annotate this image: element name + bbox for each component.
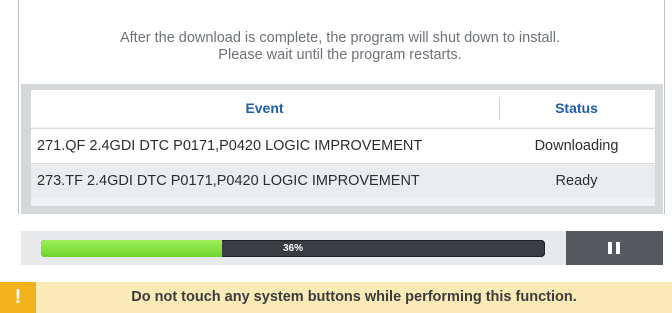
right-border bbox=[664, 0, 665, 214]
update-dialog: After the download is complete, the prog… bbox=[0, 0, 672, 313]
download-progress-bar: 36% bbox=[41, 240, 545, 257]
warning-banner: ! Do not touch any system buttons while … bbox=[0, 282, 672, 313]
event-cell: 271.QF 2.4GDI DTC P0171,P0420 LOGIC IMPR… bbox=[37, 138, 423, 154]
status-cell: Ready bbox=[555, 173, 598, 189]
table-row[interactable]: 273.TF 2.4GDI DTC P0171,P0420 LOGIC IMPR… bbox=[31, 163, 655, 198]
column-header-event: Event bbox=[245, 100, 284, 116]
event-table-panel: Event Status 271.QF 2.4GDI DTC P0171,P04… bbox=[21, 84, 663, 214]
pause-icon bbox=[608, 242, 620, 254]
left-border bbox=[18, 0, 19, 214]
progress-panel: 36% bbox=[21, 231, 663, 265]
status-cell: Downloading bbox=[534, 138, 619, 154]
column-header-status: Status bbox=[555, 100, 598, 116]
warning-icon: ! bbox=[0, 282, 36, 313]
info-message-line-2: Please wait until the program restarts. bbox=[218, 47, 462, 63]
event-table: Event Status 271.QF 2.4GDI DTC P0171,P04… bbox=[31, 90, 655, 206]
warning-text: Do not touch any system buttons while pe… bbox=[131, 289, 577, 305]
table-header: Event Status bbox=[31, 90, 655, 127]
table-row[interactable]: 271.QF 2.4GDI DTC P0171,P0420 LOGIC IMPR… bbox=[31, 128, 655, 163]
event-cell: 273.TF 2.4GDI DTC P0171,P0420 LOGIC IMPR… bbox=[37, 173, 420, 189]
pause-button[interactable] bbox=[566, 231, 663, 265]
info-message-line-1: After the download is complete, the prog… bbox=[119, 30, 561, 46]
info-message: After the download is complete, the prog… bbox=[40, 30, 640, 64]
progress-percent-label: 36% bbox=[282, 243, 303, 254]
